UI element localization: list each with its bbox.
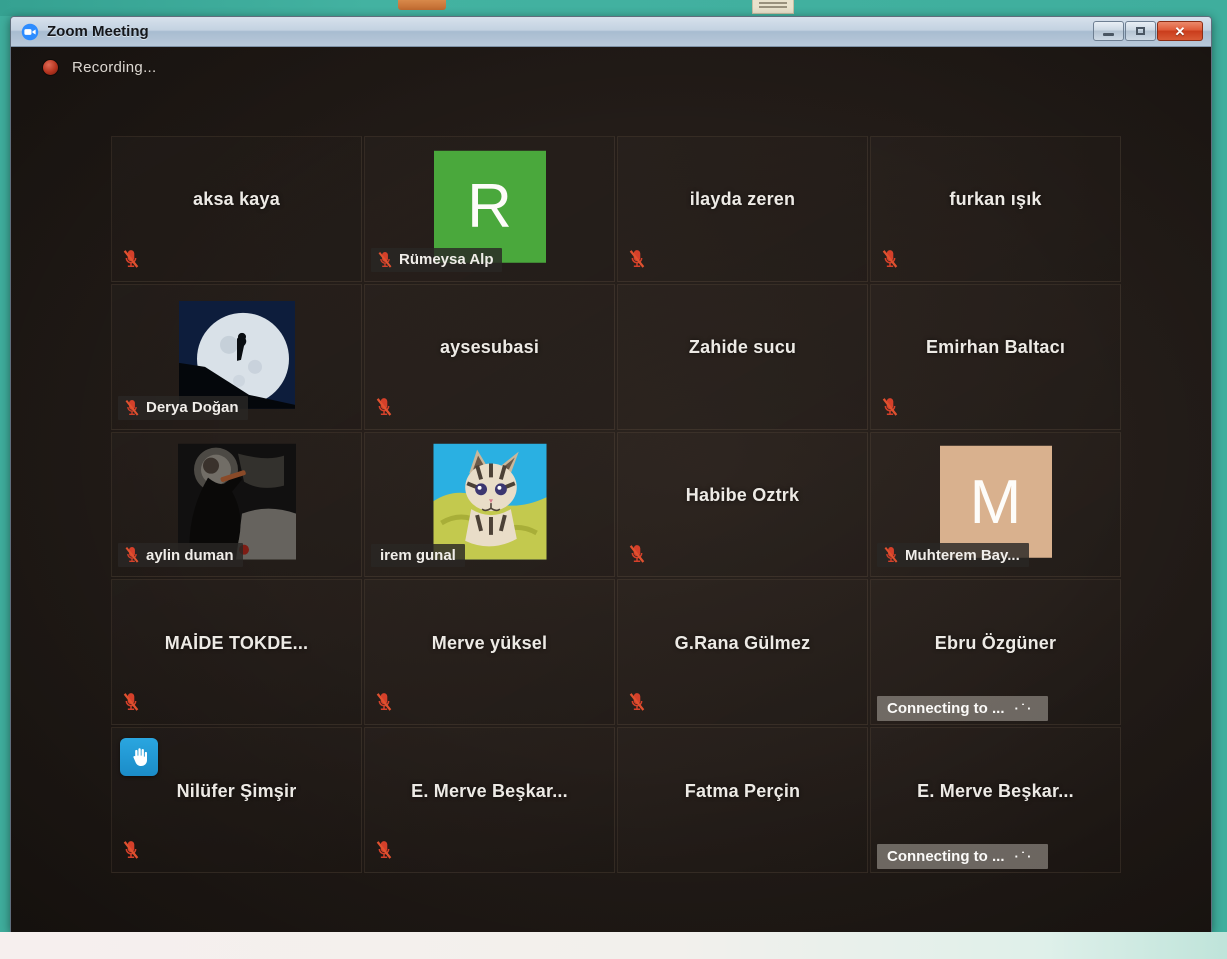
meeting-content: Recording... aksa kaya R Rümeysa Alp ilayda… <box>11 47 1211 933</box>
recording-label: Recording... <box>72 59 156 76</box>
maximize-button[interactable] <box>1125 21 1156 41</box>
muted-mic-icon <box>375 840 393 860</box>
minimize-icon <box>1103 33 1114 36</box>
participant-name: ilayda zeren <box>618 137 867 263</box>
participant-name-label: aylin duman <box>118 543 243 567</box>
recording-dot-icon <box>43 60 58 75</box>
participant-name: Fatma Perçin <box>618 728 867 854</box>
muted-mic-icon <box>628 544 646 564</box>
participant-tile[interactable]: E. Merve Beşkar... <box>364 727 615 873</box>
muted-mic-icon <box>122 840 140 860</box>
muted-mic-icon <box>375 397 393 417</box>
letter-avatar: M <box>940 446 1052 558</box>
participant-name: Emirhan Baltacı <box>871 285 1120 411</box>
participant-name: G.Rana Gülmez <box>618 580 867 706</box>
desktop-background <box>0 0 1227 16</box>
participant-gallery: aksa kaya R Rümeysa Alp ilayda zerenfurkan … <box>111 136 1121 873</box>
participant-tile[interactable]: Ebru ÖzgünerConnecting to ... ·˙· <box>870 579 1121 725</box>
letter-avatar: R <box>434 151 546 263</box>
participant-tile[interactable]: Derya Doğan <box>111 284 362 430</box>
muted-mic-icon <box>881 249 899 269</box>
participant-name: E. Merve Beşkar... <box>871 728 1120 854</box>
muted-mic-icon <box>377 251 393 269</box>
participant-name: irem gunal <box>380 547 456 564</box>
muted-mic-icon <box>628 692 646 712</box>
minimize-button[interactable] <box>1093 21 1124 41</box>
loading-dots-icon: ·˙· <box>1015 701 1034 716</box>
participant-name: furkan ışık <box>871 137 1120 263</box>
participant-name: Ebru Özgüner <box>871 580 1120 706</box>
muted-mic-icon <box>628 249 646 269</box>
participant-name-label: irem gunal <box>371 544 465 567</box>
participant-tile[interactable]: M Muhterem Bay... <box>870 432 1121 578</box>
participant-tile[interactable]: G.Rana Gülmez <box>617 579 868 725</box>
participant-tile[interactable]: Merve yüksel <box>364 579 615 725</box>
participant-name: Merve yüksel <box>365 580 614 706</box>
connecting-label: Connecting to ... <box>887 848 1005 865</box>
muted-mic-icon <box>122 692 140 712</box>
moon-night-photo <box>179 301 295 409</box>
connecting-status: Connecting to ... ·˙· <box>877 844 1048 869</box>
participant-tile[interactable]: MAİDE TOKDE... <box>111 579 362 725</box>
window-titlebar[interactable]: Zoom Meeting ✕ <box>11 17 1211 47</box>
participant-tile[interactable]: Fatma Perçin <box>617 727 868 873</box>
muted-mic-icon <box>375 692 393 712</box>
participant-tile[interactable]: Emirhan Baltacı <box>870 284 1121 430</box>
participant-tile[interactable]: Zahide sucu <box>617 284 868 430</box>
participant-name: Zahide sucu <box>618 285 867 411</box>
muted-mic-icon <box>124 546 140 564</box>
window-controls: ✕ <box>1092 21 1203 41</box>
zoom-meeting-window: Zoom Meeting ✕ Recording... aksa kaya R Rü… <box>10 16 1212 932</box>
muted-mic-icon <box>122 249 140 269</box>
participant-name: aylin duman <box>146 547 234 564</box>
participant-name: aksa kaya <box>112 137 361 263</box>
participant-name: Muhterem Bay... <box>905 547 1020 564</box>
muted-mic-icon <box>881 397 899 417</box>
desktop-icon-fragment <box>398 0 446 10</box>
connecting-label: Connecting to ... <box>887 700 1005 717</box>
participant-tile[interactable]: aylin duman <box>111 432 362 578</box>
participant-name: E. Merve Beşkar... <box>365 728 614 854</box>
loading-dots-icon: ·˙· <box>1015 849 1034 864</box>
participant-tile[interactable]: E. Merve Beşkar...Connecting to ... ·˙· <box>870 727 1121 873</box>
participant-name-label: Derya Doğan <box>118 396 248 420</box>
participant-name: Rümeysa Alp <box>399 251 493 268</box>
participant-name-label: Muhterem Bay... <box>877 543 1029 567</box>
muted-mic-icon <box>124 399 140 417</box>
participant-tile[interactable]: ilayda zeren <box>617 136 868 282</box>
window-title: Zoom Meeting <box>47 23 149 40</box>
participant-name: MAİDE TOKDE... <box>112 580 361 706</box>
participant-name: Derya Doğan <box>146 399 239 416</box>
participant-name: Nilüfer Şimşir <box>112 728 361 854</box>
participant-tile[interactable]: irem gunal <box>364 432 615 578</box>
participant-tile[interactable]: R Rümeysa Alp <box>364 136 615 282</box>
avatar-letter: R <box>467 171 512 242</box>
zoom-camera-icon <box>21 23 39 41</box>
participant-tile[interactable]: aksa kaya <box>111 136 362 282</box>
participant-tile[interactable]: furkan ışık <box>870 136 1121 282</box>
recording-indicator: Recording... <box>43 59 156 76</box>
desktop-icon-fragment <box>752 0 794 14</box>
avatar-letter: M <box>970 467 1022 538</box>
participant-tile[interactable]: Nilüfer Şimşir <box>111 727 362 873</box>
desktop-background <box>0 932 1227 959</box>
participant-name-label: Rümeysa Alp <box>371 248 502 272</box>
participant-tile[interactable]: aysesubasi <box>364 284 615 430</box>
participant-name: aysesubasi <box>365 285 614 411</box>
muted-mic-icon <box>883 546 899 564</box>
connecting-status: Connecting to ... ·˙· <box>877 696 1048 721</box>
participant-tile[interactable]: Habibe Oztrk <box>617 432 868 578</box>
close-button[interactable]: ✕ <box>1157 21 1203 41</box>
maximize-icon <box>1136 27 1145 35</box>
close-icon: ✕ <box>1175 25 1186 38</box>
participant-name: Habibe Oztrk <box>618 433 867 559</box>
kitten-photo <box>431 444 549 560</box>
